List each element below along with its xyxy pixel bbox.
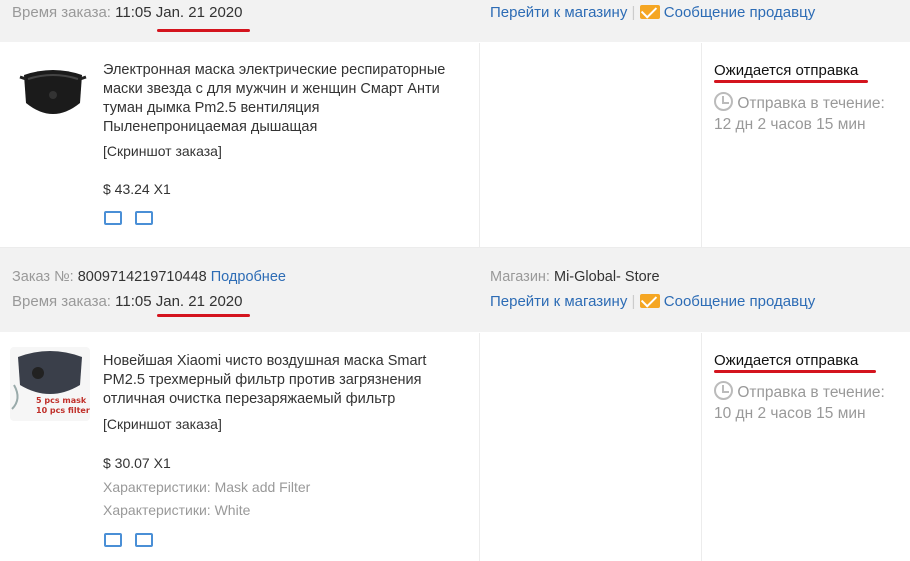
ship-label: Отправка в течение:	[737, 384, 885, 401]
order-number-line: Заказ №: 8009714219710448 Подробнее	[12, 269, 286, 285]
message-seller-link[interactable]: Сообщение продавцу	[664, 293, 815, 310]
store-actions: Перейти к магазину | Сообщение продавцу	[490, 293, 815, 310]
order-time-label: Время заказа:	[12, 293, 111, 310]
order-time: 11:05	[115, 4, 152, 21]
image-caption: 5 pcs mask	[36, 396, 87, 405]
ship-time: 10 дн 2 часов 15 мин	[714, 405, 866, 422]
order-time-label: Время заказа:	[12, 4, 111, 21]
store-line: Магазин: Mi-Global- Store	[490, 269, 660, 285]
spec-value: Mask add Filter	[214, 479, 311, 495]
divider	[701, 43, 702, 247]
separator: |	[631, 4, 636, 21]
product-price: $ 43.24 X1	[103, 181, 171, 197]
return-icon[interactable]	[135, 211, 153, 225]
image-caption: 10 pcs filter	[36, 406, 90, 415]
go-to-store-link[interactable]: Перейти к магазину	[490, 4, 627, 21]
store-name[interactable]: Mi-Global- Store	[554, 269, 660, 285]
red-underline	[714, 370, 876, 373]
order-time-line: Время заказа: 11:05 Jan. 21 2020	[12, 4, 243, 21]
order-snapshot-link[interactable]: [Скриншот заказа]	[103, 416, 222, 432]
shipping-icon[interactable]	[104, 211, 122, 225]
spec-value: White	[214, 502, 251, 518]
divider	[479, 333, 480, 561]
separator: |	[631, 293, 636, 310]
mail-icon[interactable]	[639, 294, 660, 308]
order-date: Jan. 21 2020	[155, 4, 243, 21]
order-snapshot-link[interactable]: [Скриншот заказа]	[103, 143, 222, 159]
order-number: 8009714219710448	[77, 269, 207, 285]
order-header-2: Заказ №: 8009714219710448 Подробнее Врем…	[0, 248, 910, 332]
return-icon[interactable]	[135, 533, 153, 547]
order-status: Ожидается отправка	[714, 62, 859, 79]
ship-label: Отправка в течение:	[737, 95, 885, 112]
shipping-icon[interactable]	[104, 533, 122, 547]
order-time: 11:05	[115, 293, 152, 310]
product-title[interactable]: Новейшая Xiaomi чисто воздушная маска Sm…	[103, 352, 463, 409]
red-underline	[157, 314, 250, 317]
product-image-mask[interactable]	[18, 65, 88, 125]
product-spec: Характеристики: White	[103, 502, 250, 518]
red-underline	[714, 80, 868, 83]
spec-label: Характеристики:	[103, 502, 211, 518]
order-date: Jan. 21 2020	[155, 293, 243, 310]
ship-time: 12 дн 2 часов 15 мин	[714, 116, 866, 133]
message-seller-link[interactable]: Сообщение продавцу	[664, 4, 815, 21]
spec-label: Характеристики:	[103, 479, 211, 495]
order-number-label: Заказ №:	[12, 269, 74, 285]
order-header-1: Время заказа: 11:05 Jan. 21 2020 Перейти…	[0, 0, 910, 42]
go-to-store-link[interactable]: Перейти к магазину	[490, 293, 627, 310]
order-item-row-1: Электронная маска электрические респират…	[0, 43, 910, 248]
ship-countdown: Отправка в течение: 12 дн 2 часов 15 мин	[714, 92, 885, 135]
order-status: Ожидается отправка	[714, 352, 859, 369]
product-price: $ 30.07 X1	[103, 455, 171, 471]
clock-icon	[714, 381, 733, 400]
ship-countdown: Отправка в течение: 10 дн 2 часов 15 мин	[714, 381, 885, 424]
clock-icon	[714, 92, 733, 111]
order-item-row-2: 5 pcs mask 10 pcs filter Новейшая Xiaomi…	[0, 333, 910, 561]
mail-icon[interactable]	[639, 5, 660, 19]
order-details-link[interactable]: Подробнее	[211, 269, 286, 285]
order-time-line: Время заказа: 11:05 Jan. 21 2020	[12, 293, 243, 310]
divider	[701, 333, 702, 561]
product-image-mask[interactable]: 5 pcs mask 10 pcs filter	[10, 347, 90, 421]
red-underline	[157, 29, 250, 32]
divider	[479, 43, 480, 247]
product-spec: Характеристики: Mask add Filter	[103, 479, 310, 495]
store-actions: Перейти к магазину | Сообщение продавцу	[490, 4, 815, 21]
store-label: Магазин:	[490, 269, 550, 285]
product-title[interactable]: Электронная маска электрические респират…	[103, 61, 463, 137]
